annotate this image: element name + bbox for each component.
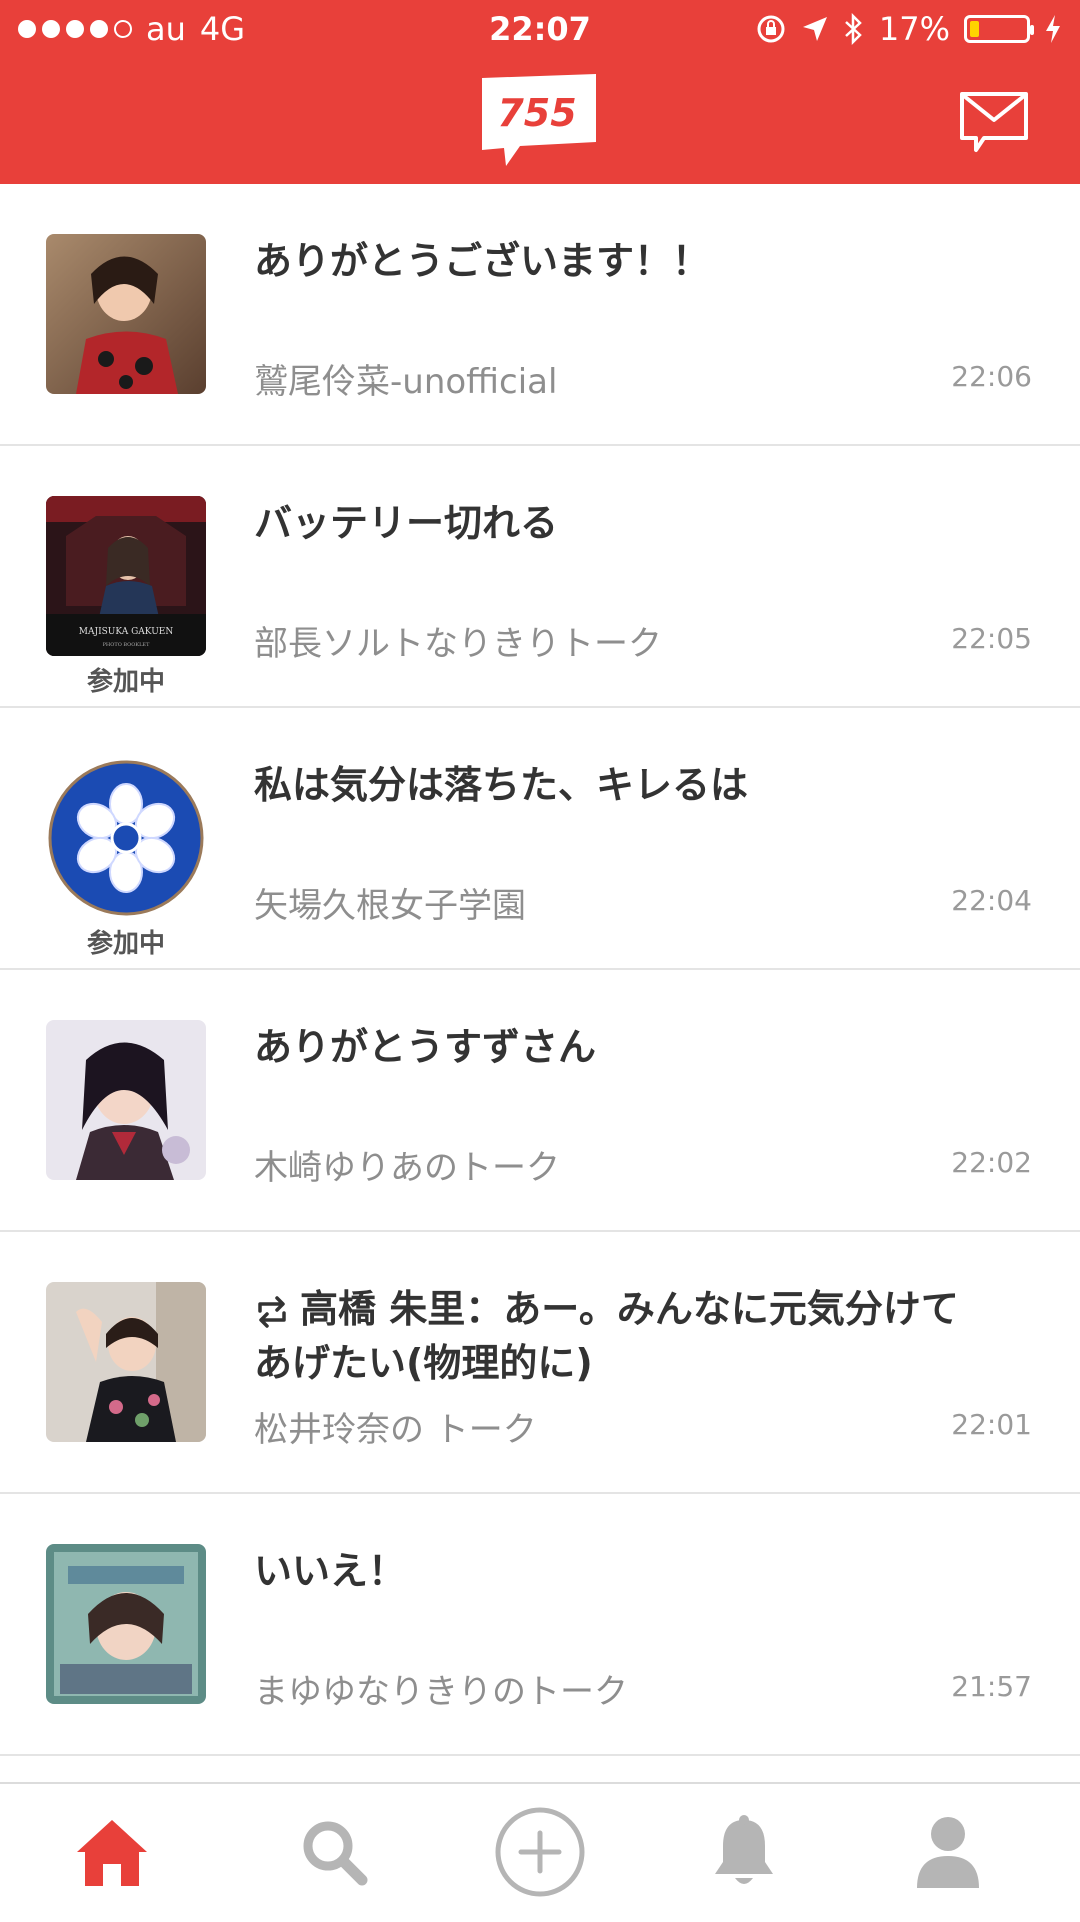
tab-notifications[interactable] — [694, 1802, 794, 1902]
talk-timestamp: 22:04 — [951, 884, 1032, 917]
bottom-tab-bar — [0, 1782, 1080, 1922]
bluetooth-icon — [845, 13, 862, 45]
talk-name: 鷲尾伶菜-unofficial — [254, 362, 558, 402]
talk-row[interactable]: ありがとうすずさん 木崎ゆりあのトーク 22:02 — [0, 970, 1080, 1232]
tab-home[interactable] — [62, 1802, 162, 1902]
search-icon — [303, 1821, 368, 1886]
tab-profile[interactable] — [898, 1802, 998, 1902]
add-circle-icon — [495, 1807, 585, 1897]
location-arrow-icon — [802, 17, 827, 41]
charging-bolt-icon — [1046, 15, 1060, 43]
talk-title: 私は気分は落ちた、キレるは — [254, 763, 749, 807]
app-header: au 4G 22:07 17% 755 — [0, 0, 1080, 184]
joined-badge: 参加中 — [86, 667, 165, 697]
talk-thumbnail: MAJISUKA GAKUEN PHOTO BOOKLET — [46, 496, 206, 656]
svg-text:MAJISUKA GAKUEN: MAJISUKA GAKUEN — [79, 627, 174, 637]
talk-title-text: 高橋 朱里：あー。みんなに元気分けてあげたい(物理的に) — [254, 1287, 959, 1385]
talk-row[interactable]: いいえ！ まゆゆなりきりのトーク 21:57 — [0, 1494, 1080, 1756]
talk-thumbnail — [46, 1282, 206, 1442]
mail-icon[interactable] — [958, 88, 1030, 154]
bell-icon — [715, 1815, 773, 1884]
talk-thumbnail — [46, 758, 206, 918]
battery-percent: 17% — [878, 10, 950, 48]
talk-thumbnail — [46, 1020, 206, 1180]
talk-name: 木崎ゆりあのトーク — [254, 1148, 560, 1188]
talk-row[interactable]: 高橋 朱里：あー。みんなに元気分けてあげたい(物理的に) 松井玲奈の トーク 2… — [0, 1232, 1080, 1494]
talk-row[interactable]: 参加中 私は気分は落ちた、キレるは 矢場久根女子学園 22:04 — [0, 708, 1080, 970]
app-logo: 755 — [482, 74, 596, 166]
status-bar: au 4G 22:07 17% — [0, 0, 1080, 58]
talk-timestamp: 22:06 — [951, 360, 1032, 393]
person-icon — [917, 1817, 979, 1888]
talk-name: まゆゆなりきりのトーク — [254, 1672, 628, 1712]
logo-text: 755 — [497, 91, 576, 135]
talk-timestamp: 22:05 — [951, 622, 1032, 655]
talk-name: 部長ソルトなりきりトーク — [254, 624, 662, 664]
talk-title: バッテリー切れる — [254, 501, 559, 545]
talk-row[interactable]: ありがとうございます！！ 鷲尾伶菜-unofficial 22:06 — [0, 184, 1080, 446]
talk-thumbnail — [46, 1544, 206, 1704]
talk-thumbnail — [46, 234, 206, 394]
talk-timestamp: 21:57 — [951, 1670, 1032, 1703]
talk-title: いいえ！ — [254, 1549, 407, 1593]
talk-title: ありがとうございます！！ — [254, 239, 711, 283]
home-icon — [77, 1820, 147, 1886]
talk-row[interactable]: MAJISUKA GAKUEN PHOTO BOOKLET 参加中 バッテリー切… — [0, 446, 1080, 708]
retalk-icon — [258, 1295, 286, 1328]
svg-text:PHOTO BOOKLET: PHOTO BOOKLET — [103, 642, 151, 648]
talk-title: ありがとうすずさん — [254, 1025, 597, 1069]
talk-timestamp: 22:01 — [951, 1408, 1032, 1441]
talk-name: 矢場久根女子学園 — [254, 886, 526, 926]
talk-timestamp: 22:02 — [951, 1146, 1032, 1179]
tab-post[interactable] — [490, 1802, 590, 1902]
tab-search[interactable] — [284, 1802, 384, 1902]
talk-name: 松井玲奈の トーク — [254, 1410, 537, 1450]
rotation-lock-icon — [757, 15, 785, 43]
talk-list: ありがとうございます！！ 鷲尾伶菜-unofficial 22:06 MAJIS… — [0, 184, 1080, 1756]
battery-icon — [964, 15, 1034, 43]
talk-title: 高橋 朱里：あー。みんなに元気分けてあげたい(物理的に) — [254, 1282, 974, 1390]
joined-badge: 参加中 — [86, 929, 165, 959]
